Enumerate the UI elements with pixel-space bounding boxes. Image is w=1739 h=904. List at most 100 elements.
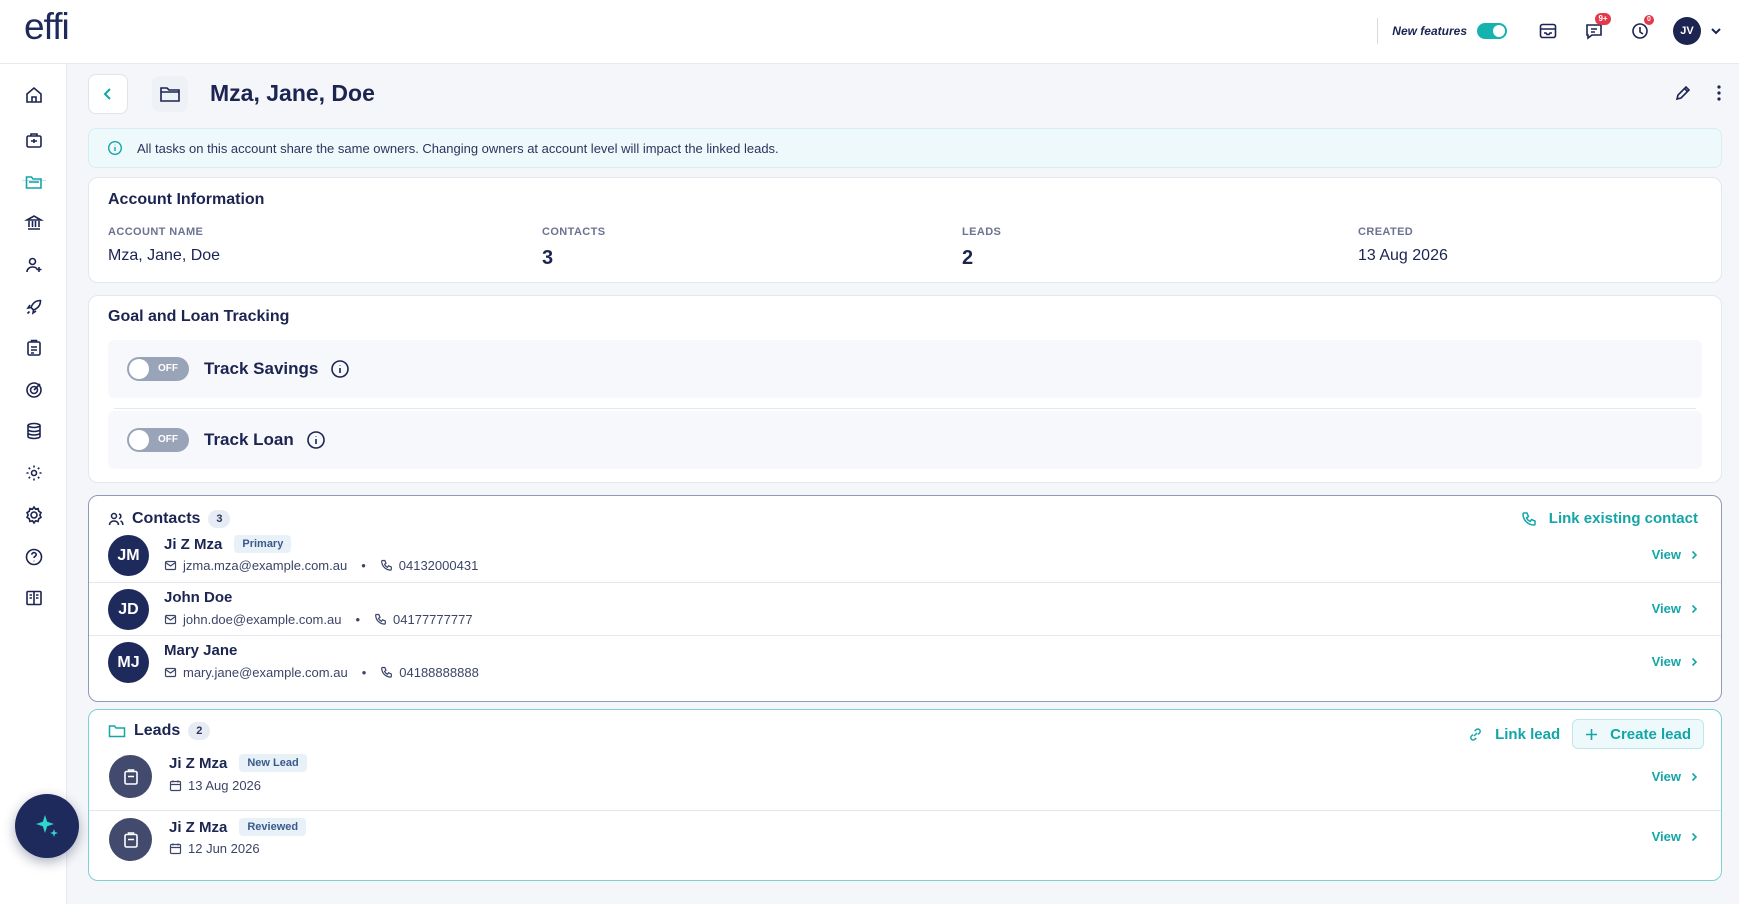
leads-card: Leads 2 Link lead Create lead Ji Z Mza N… (88, 709, 1722, 881)
account-folder-icon (152, 76, 188, 112)
contact-row[interactable]: JD John Doe john.doe@example.com.au • 04… (89, 582, 1721, 635)
link-icon (1468, 727, 1483, 742)
info-banner-text: All tasks on this account share the same… (137, 140, 779, 156)
goal-tracking-card: Goal and Loan Tracking OFF Track Savings… (88, 295, 1722, 483)
field-label: LEADS (962, 226, 1002, 238)
lead-date: 12 Jun 2026 (188, 841, 260, 856)
contacts-card: Contacts 3 Link existing contact JM Ji Z… (88, 495, 1722, 702)
view-link[interactable]: View (1652, 601, 1699, 616)
user-plus-icon[interactable] (22, 253, 46, 277)
contact-email: mary.jane@example.com.au (183, 665, 348, 680)
help-icon[interactable] (22, 545, 46, 569)
toggle-state: OFF (158, 363, 178, 374)
field-value: 2 (962, 247, 974, 269)
track-loan-label: Track Loan (204, 430, 294, 449)
contact-name-line: Mary Jane (164, 642, 237, 659)
contacts-header: Contacts 3 (108, 510, 231, 528)
link-lead-button[interactable]: Link lead (1468, 726, 1560, 743)
lead-name: Ji Z Mza (169, 818, 228, 836)
track-loan-toggle[interactable]: OFF (127, 428, 189, 452)
view-link[interactable]: View (1652, 829, 1699, 844)
field-label: ACCOUNT NAME (108, 226, 204, 238)
view-link[interactable]: View (1652, 769, 1699, 784)
view-label: View (1651, 547, 1681, 562)
info-banner: All tasks on this account share the same… (88, 128, 1722, 168)
view-link[interactable]: View (1652, 654, 1699, 669)
info-icon[interactable] (306, 430, 326, 450)
leads-count-badge: 2 (188, 722, 211, 740)
view-link[interactable]: View (1652, 547, 1699, 562)
info-icon[interactable] (330, 359, 350, 379)
field-label: CREATED (1358, 226, 1414, 238)
info-icon (107, 140, 123, 156)
edit-icon[interactable] (1674, 84, 1692, 102)
bank-icon[interactable] (22, 211, 46, 235)
messages-badge: 9+ (1595, 13, 1611, 25)
phone-icon (374, 613, 387, 626)
home-icon[interactable] (22, 83, 46, 107)
top-bar-actions: New features 9+ 0 JV (1377, 13, 1723, 48)
clipboard-icon[interactable] (22, 336, 46, 360)
lead-details: 12 Jun 2026 (169, 841, 260, 856)
rocket-icon[interactable] (22, 295, 46, 319)
field-value: 13 Aug 2026 (1358, 247, 1448, 264)
contact-details: jzma.mza@example.com.au • 04132000431 (164, 558, 478, 573)
ai-assistant-button[interactable] (15, 794, 79, 858)
more-options-icon[interactable] (1716, 84, 1722, 102)
contact-row[interactable]: JM Ji Z Mza Primary jzma.mza@example.com… (89, 529, 1721, 582)
app-logo[interactable]: effi (24, 6, 70, 48)
clipboard-icon (109, 818, 152, 861)
status-badge: New Lead (239, 754, 307, 772)
field-contacts: CONTACTS 3 (542, 226, 606, 270)
goal-tracking-title: Goal and Loan Tracking (108, 308, 290, 325)
phone-icon (380, 666, 393, 679)
field-value: Mza, Jane, Doe (108, 247, 221, 264)
user-avatar[interactable]: JV (1673, 17, 1701, 45)
calendar-icon (169, 779, 182, 792)
link-existing-contact-button[interactable]: Link existing contact (1521, 510, 1698, 527)
briefcase-icon[interactable] (22, 128, 46, 152)
track-savings-toggle[interactable]: OFF (127, 357, 189, 381)
avatar: MJ (108, 642, 149, 683)
new-features-label: New features (1392, 24, 1467, 38)
chevron-right-icon (1689, 604, 1699, 614)
alerts-icon[interactable]: 0 (1627, 15, 1654, 44)
link-lead-label: Link lead (1495, 725, 1561, 743)
settings-cog-icon[interactable] (22, 461, 46, 485)
account-information-title: Account Information (108, 191, 265, 208)
contact-name-line: John Doe (164, 589, 232, 606)
field-account-name: ACCOUNT NAME Mza, Jane, Doe (108, 226, 220, 265)
contact-name: John Doe (164, 589, 233, 606)
lead-row[interactable]: Ji Z Mza New Lead 13 Aug 2026 View (89, 746, 1721, 808)
view-label: View (1651, 601, 1681, 616)
separator-dot: • (361, 558, 366, 573)
back-button[interactable] (88, 74, 128, 114)
lead-details: 13 Aug 2026 (169, 778, 261, 793)
mail-icon (164, 666, 177, 679)
contacts-count-badge: 3 (208, 510, 231, 528)
contact-email: john.doe@example.com.au (183, 612, 342, 627)
contact-details: mary.jane@example.com.au • 04188888888 (164, 665, 479, 680)
plus-icon (1585, 728, 1598, 741)
clipboard-icon (109, 755, 152, 798)
separator-dot: • (355, 612, 361, 627)
messages-icon[interactable]: 9+ (1581, 13, 1611, 44)
link-existing-contact-label: Link existing contact (1548, 510, 1698, 527)
target-icon[interactable] (22, 378, 46, 402)
phone-icon (380, 559, 393, 572)
create-lead-button[interactable]: Create lead (1572, 719, 1704, 749)
book-icon[interactable] (22, 586, 46, 610)
new-features-toggle[interactable] (1477, 23, 1507, 39)
folder-icon[interactable] (22, 170, 46, 194)
gear-icon[interactable] (22, 503, 46, 527)
contact-row[interactable]: MJ Mary Jane mary.jane@example.com.au • … (89, 635, 1721, 688)
database-icon[interactable] (22, 419, 46, 443)
contact-email: jzma.mza@example.com.au (183, 558, 348, 573)
status-badge: Reviewed (239, 818, 307, 836)
mail-icon (164, 613, 177, 626)
account-information-card: Account Information ACCOUNT NAME Mza, Ja… (88, 177, 1722, 283)
inbox-icon[interactable] (1535, 18, 1561, 44)
lead-row[interactable]: Ji Z Mza Reviewed 12 Jun 2026 View (89, 810, 1721, 872)
chevron-down-icon[interactable] (1709, 24, 1723, 38)
divider (1377, 18, 1379, 44)
